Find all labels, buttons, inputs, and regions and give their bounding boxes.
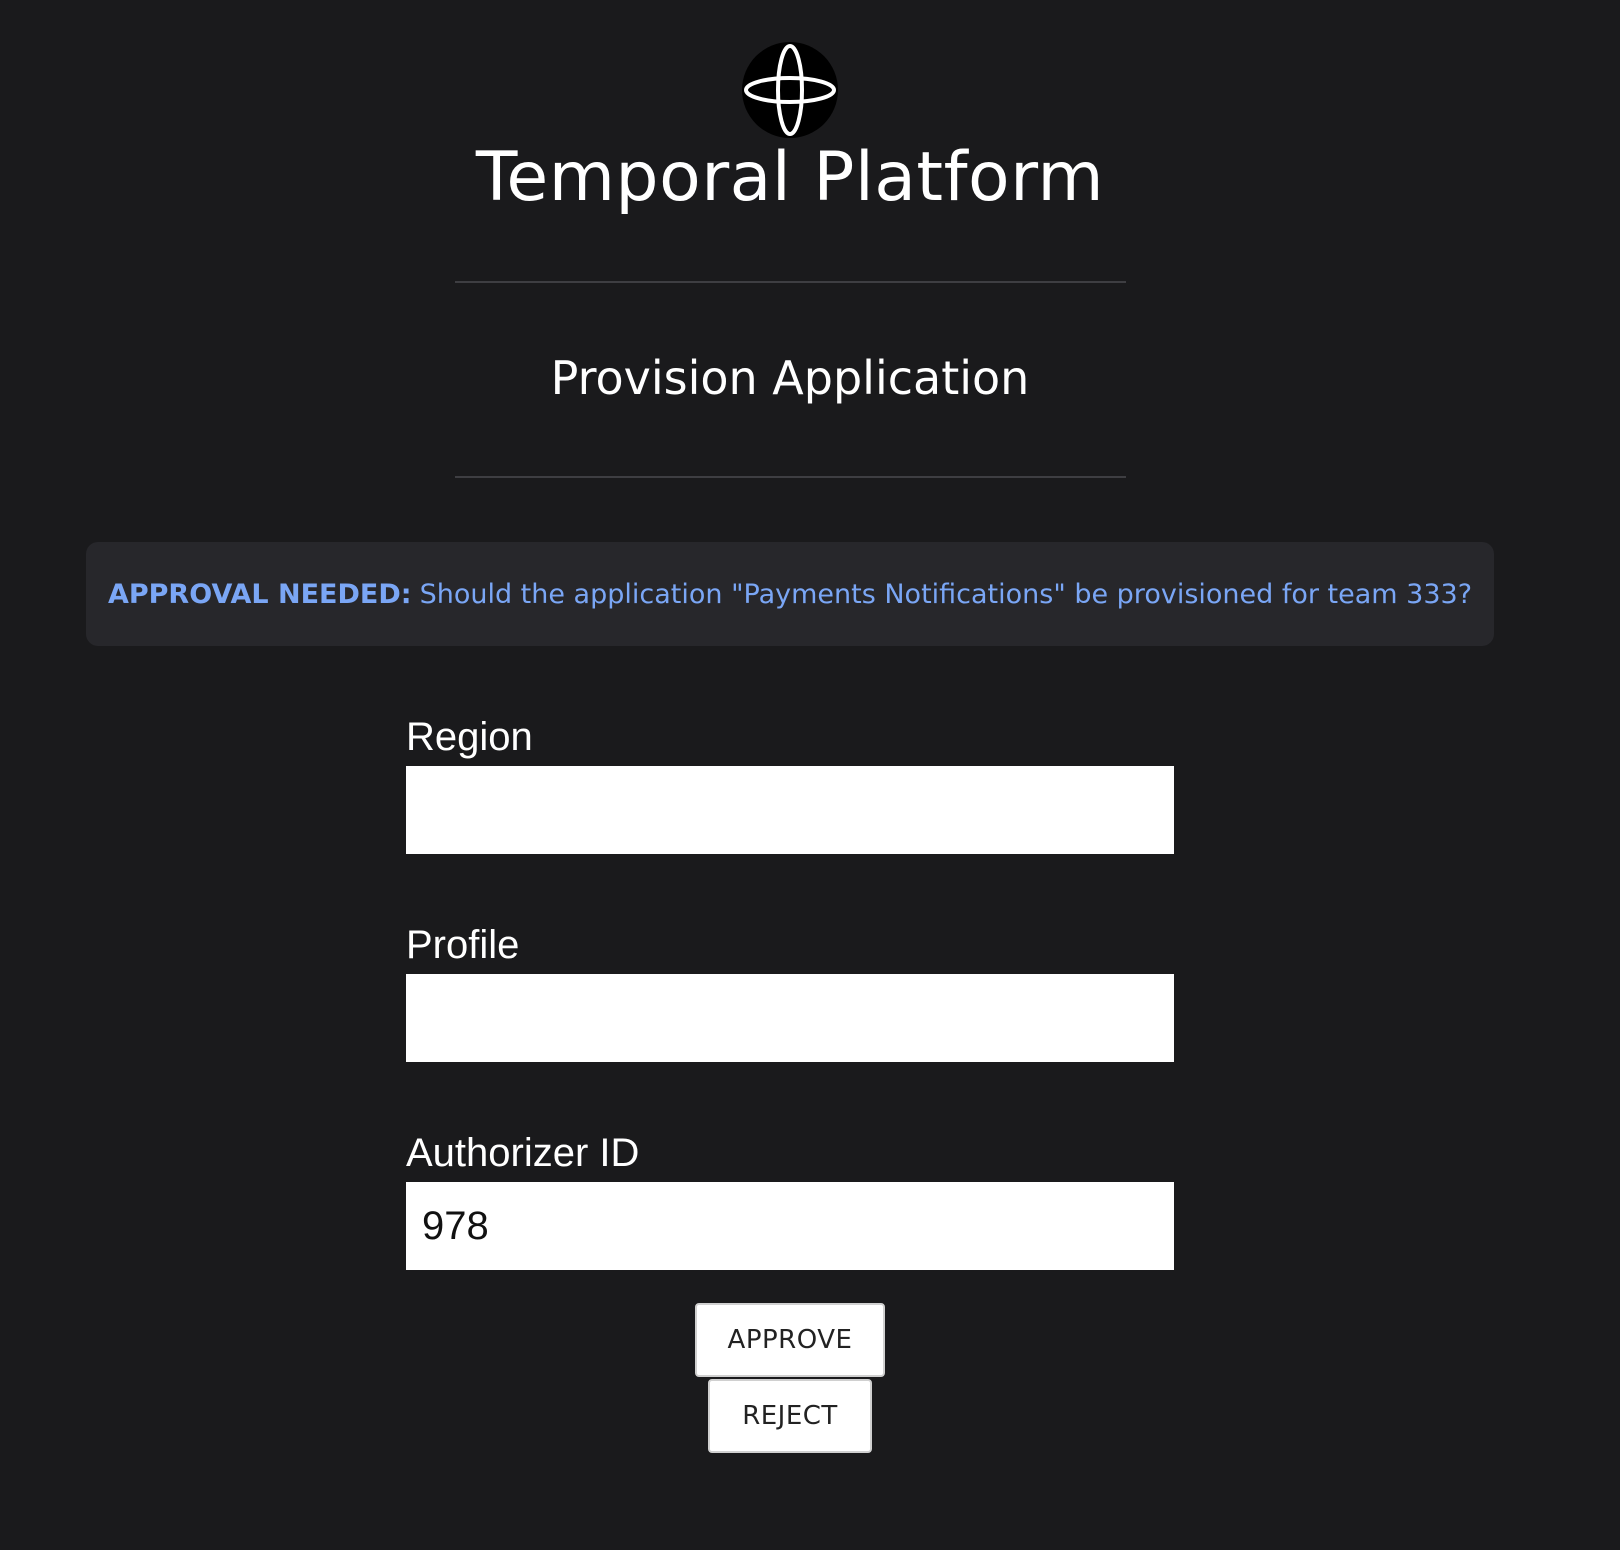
approve-button[interactable]: APPROVE (695, 1303, 885, 1377)
profile-label: Profile (406, 923, 520, 967)
alert-label: APPROVAL NEEDED: (107, 578, 412, 610)
page-title: Provision Application (550, 351, 1030, 405)
provision-page: Temporal Platform Provision Application … (0, 0, 1620, 1550)
profile-input[interactable] (406, 974, 1174, 1062)
temporal-logo-icon (742, 42, 838, 138)
authorizer-id-label: Authorizer ID (406, 1131, 640, 1175)
temporal-logo-glyph (744, 44, 836, 136)
region-input[interactable] (406, 766, 1174, 854)
approval-alert: APPROVAL NEEDED: Should the application … (86, 542, 1494, 646)
alert-message: Should the application "Payments Notific… (419, 578, 1473, 610)
region-label: Region (406, 715, 533, 759)
title-divider (455, 281, 1126, 283)
authorizer-id-input[interactable] (406, 1182, 1174, 1270)
app-title: Temporal Platform (475, 138, 1105, 217)
reject-button[interactable]: REJECT (708, 1379, 872, 1453)
section-divider (455, 476, 1126, 478)
